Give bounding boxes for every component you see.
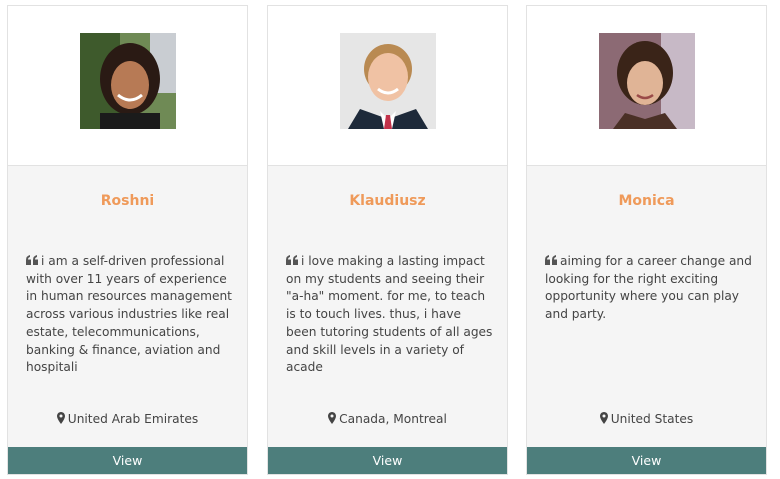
tutor-location: United Arab Emirates bbox=[8, 412, 247, 426]
bio-text: aiming for a career change and looking f… bbox=[545, 254, 752, 322]
map-marker-icon bbox=[328, 412, 337, 424]
map-marker-icon bbox=[56, 412, 65, 424]
card-header bbox=[8, 6, 247, 166]
tutor-card: Klaudiusz i love making a lasting impact… bbox=[267, 5, 508, 475]
tutor-name: Monica bbox=[618, 193, 675, 209]
tutor-location: Canada, Montreal bbox=[268, 412, 507, 426]
quote-icon bbox=[545, 255, 557, 265]
bio-text: i love making a lasting impact on my stu… bbox=[286, 254, 493, 375]
bio-text: i am a self-driven professional with ove… bbox=[26, 254, 232, 375]
view-button[interactable]: View bbox=[8, 447, 247, 474]
tutor-card: Roshni i am a self-driven professional w… bbox=[7, 5, 248, 475]
location-text: United Arab Emirates bbox=[67, 412, 199, 426]
tutor-location: United States bbox=[527, 412, 766, 426]
quote-icon bbox=[26, 255, 38, 265]
tutor-name: Klaudiusz bbox=[349, 193, 426, 209]
avatar bbox=[340, 33, 436, 129]
view-button[interactable]: View bbox=[268, 447, 507, 474]
quote-icon bbox=[286, 255, 298, 265]
tutor-bio: i love making a lasting impact on my stu… bbox=[286, 253, 493, 377]
tutor-bio: i am a self-driven professional with ove… bbox=[26, 253, 233, 377]
card-header bbox=[268, 6, 507, 166]
location-text: United States bbox=[610, 412, 694, 426]
view-button[interactable]: View bbox=[527, 447, 766, 474]
avatar bbox=[599, 33, 695, 129]
location-text: Canada, Montreal bbox=[339, 412, 447, 426]
avatar bbox=[80, 33, 176, 129]
card-header bbox=[527, 6, 766, 166]
tutor-name: Roshni bbox=[100, 193, 155, 209]
map-marker-icon bbox=[599, 412, 608, 424]
tutor-card: Monica aiming for a career change and lo… bbox=[526, 5, 767, 475]
tutor-bio: aiming for a career change and looking f… bbox=[545, 253, 752, 324]
